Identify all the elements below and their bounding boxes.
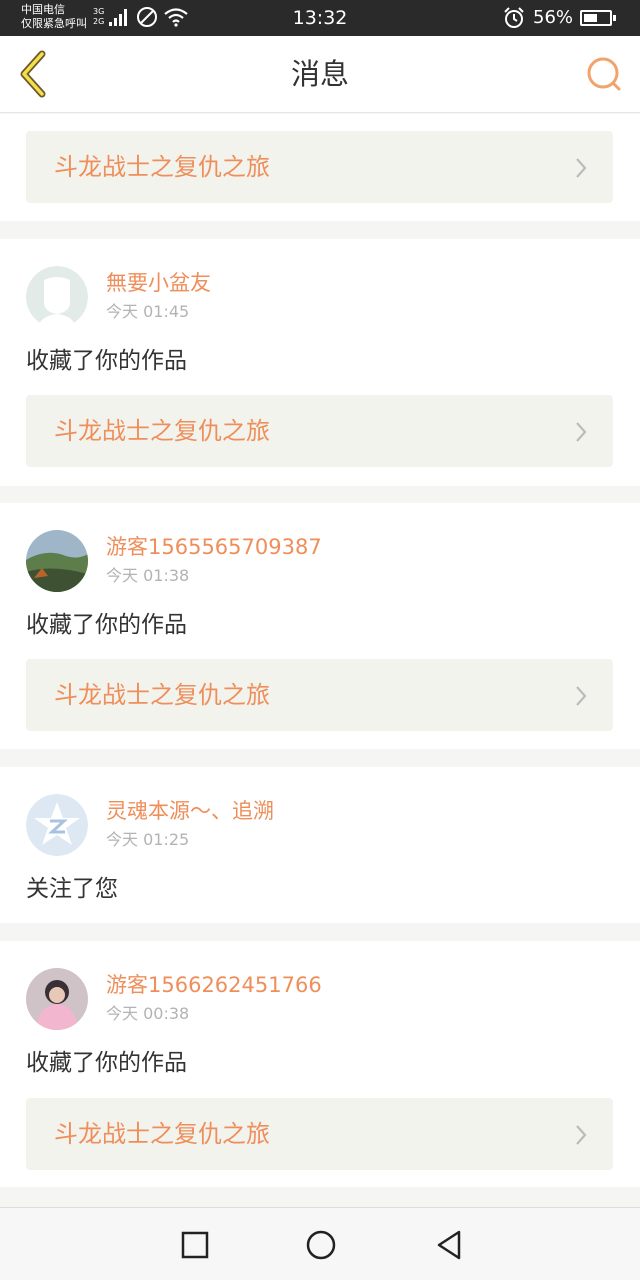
search-button[interactable] xyxy=(582,52,628,98)
battery-percent: 56% xyxy=(533,7,574,28)
system-nav-bar xyxy=(0,1207,640,1280)
work-title: 斗龙战士之复仇之旅 xyxy=(54,417,270,445)
nav-back-button[interactable] xyxy=(433,1228,467,1262)
message-action: 收藏了你的作品 xyxy=(26,612,187,638)
avatar[interactable] xyxy=(26,266,88,328)
username[interactable]: 無要小盆友 xyxy=(106,269,211,297)
chevron-right-icon xyxy=(575,685,587,711)
message-card: 無要小盆友 今天 01:45 收藏了你的作品 斗龙战士之复仇之旅 xyxy=(0,239,640,486)
recent-apps-icon xyxy=(181,1231,209,1259)
landscape-avatar-icon xyxy=(26,530,88,592)
message-time: 今天 01:25 xyxy=(106,830,190,849)
battery-fill xyxy=(584,14,598,22)
message-time: 今天 01:38 xyxy=(106,566,190,585)
chevron-right-icon xyxy=(575,421,587,447)
message-time: 今天 01:45 xyxy=(106,302,190,321)
avatar[interactable] xyxy=(26,530,88,592)
username[interactable]: 游客1565565709387 xyxy=(106,533,322,561)
person-avatar-icon xyxy=(26,968,88,1030)
chevron-right-icon xyxy=(575,157,587,183)
alarm-icon xyxy=(502,6,526,34)
work-title: 斗龙战士之复仇之旅 xyxy=(54,681,270,709)
status-bar: 中国电信 仅限紧急呼叫 3G 2G 13:32 56% xyxy=(0,0,640,36)
app-header: 消息 xyxy=(0,36,640,113)
work-title: 斗龙战士之复仇之旅 xyxy=(54,153,270,181)
message-card: 灵魂本源～、追溯 今天 01:25 关注了您 xyxy=(0,767,640,923)
avatar[interactable] xyxy=(26,794,88,856)
username[interactable]: 灵魂本源～、追溯 xyxy=(106,797,274,825)
default-avatar-icon xyxy=(26,266,88,328)
battery-nub xyxy=(613,15,616,21)
message-card: 游客1565565709387 今天 01:38 收藏了你的作品 斗龙战士之复仇… xyxy=(0,503,640,749)
message-time: 今天 00:38 xyxy=(106,1004,190,1023)
search-icon xyxy=(587,57,621,91)
page-title: 消息 xyxy=(290,57,349,91)
work-link[interactable]: 斗龙战士之复仇之旅 xyxy=(26,1098,613,1170)
qzone-avatar-icon xyxy=(26,794,88,856)
chevron-right-icon xyxy=(575,1124,587,1150)
recent-apps-button[interactable] xyxy=(178,1228,212,1262)
work-title: 斗龙战士之复仇之旅 xyxy=(54,1120,270,1148)
message-action: 收藏了你的作品 xyxy=(26,348,187,374)
back-icon xyxy=(437,1230,461,1260)
home-icon xyxy=(306,1230,336,1260)
message-card: 游客1566262451766 今天 00:38 收藏了你的作品 斗龙战士之复仇… xyxy=(0,941,640,1187)
message-card-partial: 斗龙战士之复仇之旅 xyxy=(0,114,640,221)
work-link[interactable]: 斗龙战士之复仇之旅 xyxy=(26,659,613,731)
app-screen: 中国电信 仅限紧急呼叫 3G 2G 13:32 56% 消息 斗龙战士之复仇之旅… xyxy=(0,0,640,1280)
battery-icon xyxy=(580,10,616,26)
work-link[interactable]: 斗龙战士之复仇之旅 xyxy=(26,131,613,203)
username[interactable]: 游客1566262451766 xyxy=(106,971,322,999)
message-action: 关注了您 xyxy=(26,876,118,902)
work-link[interactable]: 斗龙战士之复仇之旅 xyxy=(26,395,613,467)
home-button[interactable] xyxy=(304,1228,338,1262)
message-action: 收藏了你的作品 xyxy=(26,1050,187,1076)
avatar[interactable] xyxy=(26,968,88,1030)
